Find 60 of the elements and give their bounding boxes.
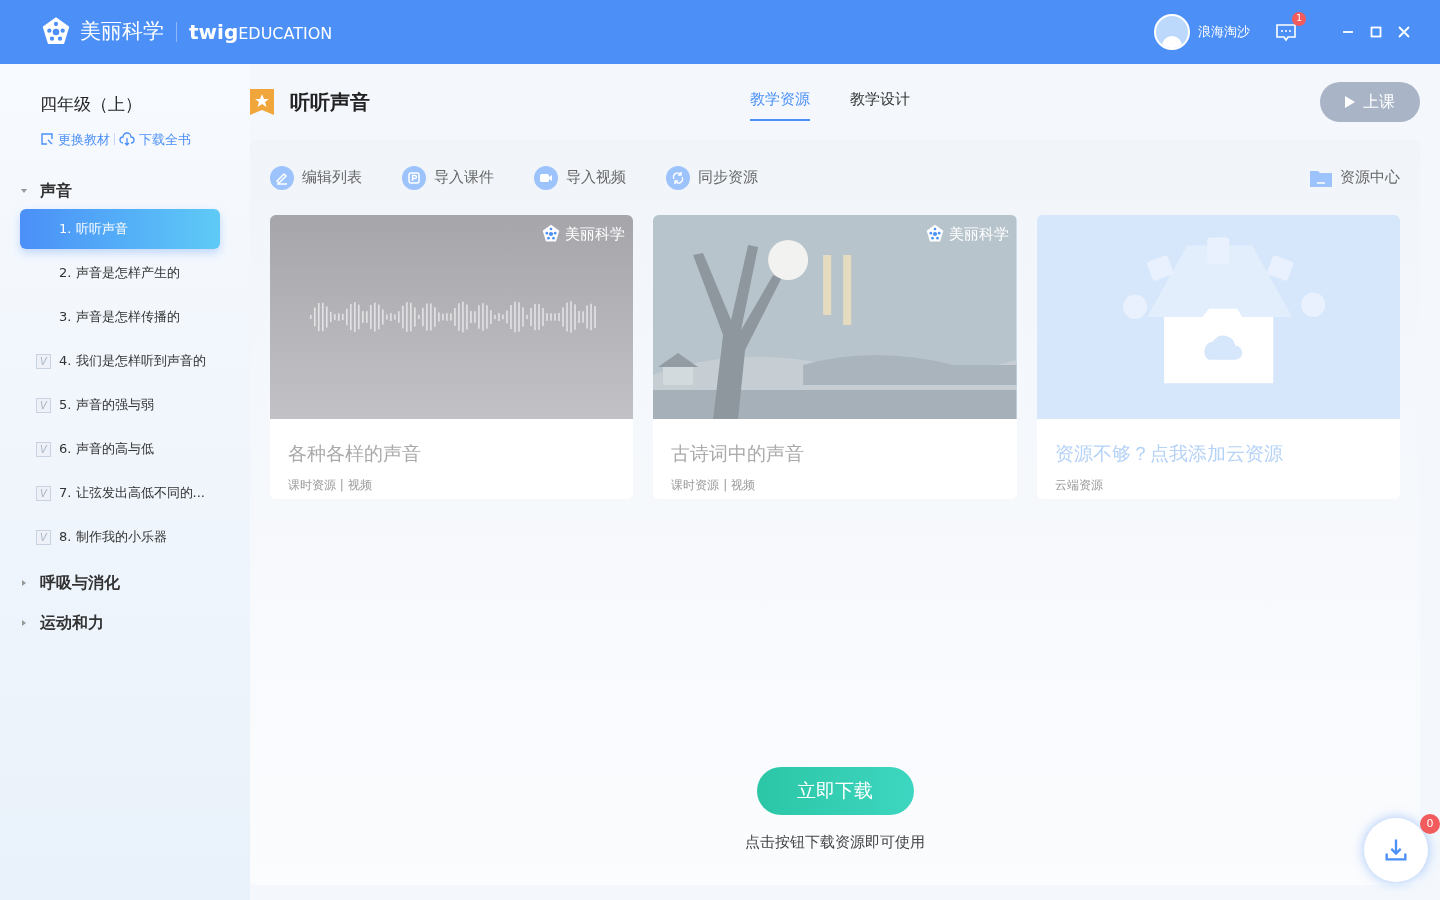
download-hint: 点击按钮下载资源即可使用	[745, 831, 925, 853]
card-title: 古诗词中的声音	[671, 441, 806, 466]
card-meta: 课时资源 | 视频	[288, 476, 373, 494]
tab[interactable]: 教学设计	[850, 88, 910, 121]
user-name[interactable]: 浪海淘沙	[1198, 22, 1250, 42]
chapter-item[interactable]: 声音	[20, 177, 220, 205]
lesson-checkbox: V	[36, 441, 51, 457]
resource-card[interactable]: 美丽科学 古诗词中的声音 课时资源 | 视频	[653, 215, 1017, 499]
play-icon	[1345, 96, 1355, 108]
brand-watermark: 美丽科学	[948, 224, 1009, 245]
brand-watermark: 美丽科学	[565, 224, 626, 245]
download-book-link[interactable]: 下载全书	[119, 129, 191, 149]
card-title: 各种各样的声音	[288, 441, 422, 466]
lesson-title: 听听声音	[290, 89, 370, 116]
lesson-checkbox: V	[36, 529, 51, 545]
toolbar-button[interactable]: 导入课件	[402, 165, 494, 190]
partner-logo: twigEDUCATION	[189, 19, 333, 46]
message-count: 1	[1292, 12, 1306, 26]
lesson-item[interactable]: 2. 声音是怎样产生的	[20, 253, 220, 293]
star-bookmark-icon	[250, 89, 274, 115]
resource-center-button[interactable]: 资源中心	[1310, 166, 1400, 189]
card-meta: 云端资源	[1054, 476, 1104, 494]
resource-card[interactable]: 美丽科学 各种各样的声音 课时资源 | 视频	[270, 215, 634, 499]
video-camera-icon	[534, 165, 558, 190]
lesson-item[interactable]: V 5. 声音的强与弱	[20, 385, 220, 425]
close-icon[interactable]	[1398, 26, 1410, 38]
download-count: 0	[1420, 814, 1440, 834]
change-textbook-link[interactable]: 更换教材	[40, 129, 110, 149]
lesson-checkbox: V	[36, 485, 51, 501]
flower-logo-icon	[924, 224, 945, 245]
avatar-icon[interactable]	[1154, 14, 1190, 50]
tab[interactable]: 教学资源	[750, 88, 810, 121]
toolbar-button[interactable]: 同步资源	[666, 165, 758, 190]
grade-title: 四年级（上）	[39, 93, 143, 116]
chapter-item[interactable]: 运动和力	[20, 609, 220, 637]
lesson-checkbox: V	[36, 353, 51, 369]
cursor-box-icon	[40, 132, 54, 147]
brand-name: 美丽科学	[80, 18, 164, 46]
lesson-item[interactable]: V 7. 让弦发出高低不同的...	[20, 473, 220, 513]
sync-icon	[666, 165, 690, 190]
card-meta: 课时资源 | 视频	[671, 476, 756, 494]
cloud-download-icon	[119, 132, 135, 147]
folder-icon	[1310, 168, 1332, 187]
flower-logo-icon	[541, 224, 562, 245]
lesson-item[interactable]: V 4. 我们是怎样听到声音的	[20, 341, 220, 381]
lesson-item[interactable]: V 6. 声音的高与低	[20, 429, 220, 469]
caret-down-icon	[20, 187, 28, 195]
toolbar-button[interactable]: 编辑列表	[270, 165, 362, 190]
lesson-item[interactable]: V 8. 制作我的小乐器	[20, 517, 220, 557]
caret-right-icon	[20, 619, 28, 627]
slides-icon	[402, 165, 426, 190]
resource-card[interactable]: 资源不够？点我添加云资源 云端资源	[1036, 215, 1400, 499]
pencil-icon	[270, 165, 294, 190]
caret-right-icon	[20, 579, 28, 587]
card-title: 资源不够？点我添加云资源	[1054, 441, 1284, 466]
toolbar-button[interactable]: 导入视频	[534, 165, 626, 190]
lesson-item[interactable]: 3. 声音是怎样传播的	[20, 297, 220, 337]
chapter-item[interactable]: 呼吸与消化	[20, 569, 220, 597]
lesson-checkbox: V	[36, 397, 51, 413]
maximize-icon[interactable]	[1370, 26, 1382, 38]
